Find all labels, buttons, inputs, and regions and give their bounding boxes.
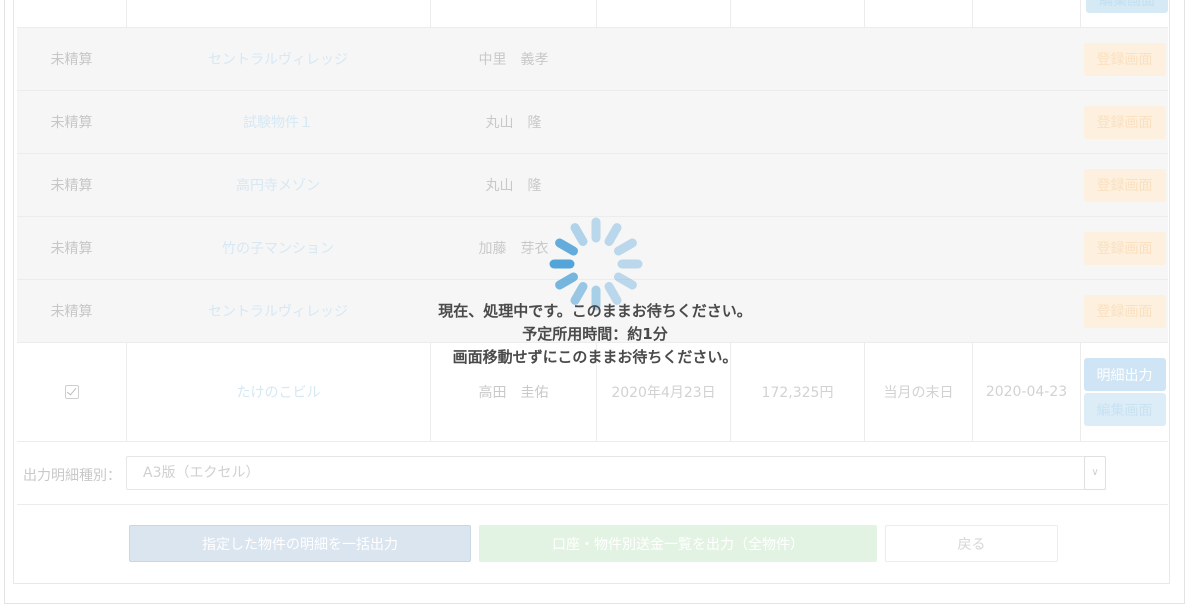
owner-cell: 丸山 隆	[485, 115, 542, 131]
status-cell: 未精算	[50, 178, 93, 194]
property-link[interactable]: 竹の子マンション	[126, 217, 430, 279]
status-cell: 未精算	[50, 115, 93, 131]
table-row	[17, 0, 1168, 28]
iso-date-cell: 2020-04-23	[972, 343, 1080, 441]
owner-cell: 中里 義孝	[478, 52, 549, 68]
cell	[1080, 0, 1168, 27]
table-row: 未精算 試験物件１ 丸山 隆 登録画面	[17, 91, 1168, 154]
bulk-output-button[interactable]: 指定した物件の明細を一括出力	[129, 525, 471, 562]
spinner-spoke	[555, 238, 578, 256]
status-cell: 未精算	[50, 52, 93, 68]
processing-message: 現在、処理中です。このままお待ちください。	[438, 302, 752, 320]
cell	[17, 0, 126, 27]
cell	[430, 0, 596, 27]
owner-cell: 丸山 隆	[485, 178, 542, 194]
cell	[730, 0, 864, 27]
account-list-output-button[interactable]: 口座・物件別送金一覧を出力（全物件）	[479, 525, 877, 562]
register-button[interactable]: 登録画面	[1083, 231, 1166, 265]
wait-message: 画面移動せずにこのままお待ちください。	[452, 348, 738, 366]
cell	[126, 0, 430, 27]
spinner-spoke	[555, 272, 578, 290]
cell	[596, 0, 730, 27]
spinner-spoke	[614, 238, 637, 256]
table-row: 未精算 高円寺メゾン 丸山 隆 登録画面	[17, 154, 1168, 217]
status-cell: 未精算	[50, 304, 93, 320]
output-type-select[interactable]: A3版（エクセル） ∨	[126, 456, 1106, 490]
status-cell: 未精算	[50, 241, 93, 257]
register-button[interactable]: 登録画面	[1083, 168, 1166, 202]
property-link[interactable]: 高円寺メゾン	[126, 154, 430, 216]
back-button[interactable]: 戻る	[885, 525, 1058, 562]
register-button[interactable]: 登録画面	[1083, 294, 1166, 328]
detail-output-button[interactable]: 明細出力	[1083, 358, 1166, 391]
loading-spinner-icon	[549, 217, 643, 311]
row-checkbox[interactable]	[64, 385, 79, 399]
spinner-spoke	[604, 282, 622, 305]
cell	[972, 0, 1080, 27]
output-type-label: 出力明細種別：	[23, 468, 121, 484]
property-link[interactable]: 試験物件１	[126, 91, 430, 153]
output-type-row: 出力明細種別： A3版（エクセル） ∨	[17, 442, 1168, 505]
chevron-down-icon[interactable]: ∨	[1084, 456, 1106, 490]
property-link[interactable]: セントラルヴィレッジ	[126, 28, 430, 90]
spinner-spoke	[570, 223, 588, 246]
register-button[interactable]: 登録画面	[1083, 105, 1166, 139]
due-cell: 当月の末日	[864, 343, 972, 441]
output-type-value: A3版（エクセル）	[143, 465, 260, 481]
spinner-spoke	[570, 282, 588, 305]
register-button[interactable]: 登録画面	[1083, 42, 1166, 76]
spinner-spoke	[614, 272, 637, 290]
table-row: 未精算 セントラルヴィレッジ 中里 義孝 登録画面	[17, 28, 1168, 91]
estimated-time-message: 予定所用時間：約1分	[522, 325, 668, 343]
cell	[864, 0, 972, 27]
spinner-spoke	[604, 223, 622, 246]
edit-button[interactable]: 編集画面	[1083, 393, 1166, 426]
